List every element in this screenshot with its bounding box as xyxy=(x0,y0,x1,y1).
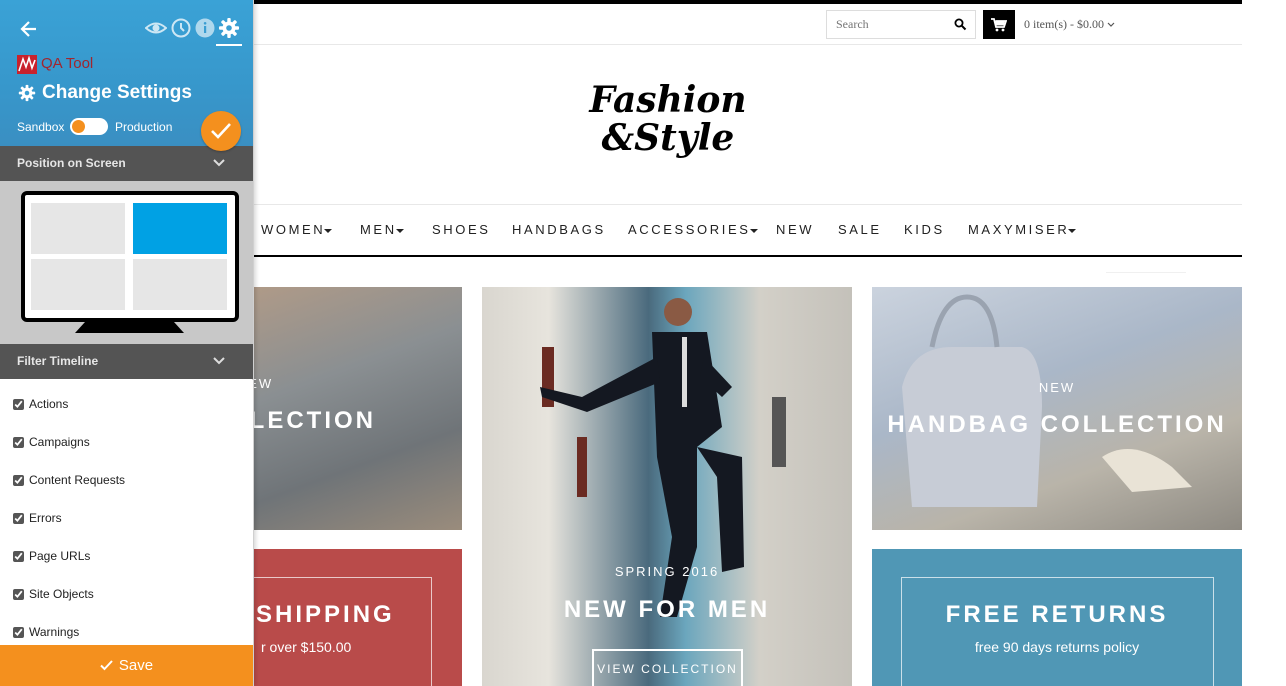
search-box[interactable] xyxy=(826,10,976,39)
filter-page-urls[interactable]: Page URLs xyxy=(13,548,90,564)
panel-title: Change Settings xyxy=(42,82,192,103)
env-label-sandbox: Sandbox xyxy=(17,120,65,134)
chevron-down-icon xyxy=(1107,22,1115,28)
position-bottom-left[interactable] xyxy=(31,259,125,310)
logo-line-2: &Style xyxy=(602,117,735,159)
nav-item-handbags[interactable]: HANDBAGS xyxy=(512,222,606,237)
promo-tile-handbag[interactable]: NEW HANDBAG COLLECTION xyxy=(872,287,1242,530)
filter-label: Actions xyxy=(29,397,69,411)
model-photo xyxy=(540,298,786,617)
nav-item-kids[interactable]: KIDS xyxy=(904,222,945,237)
nav-item-new[interactable]: NEW xyxy=(776,222,814,237)
logo-line-1: Fashion xyxy=(588,79,746,121)
filter-campaigns[interactable]: Campaigns xyxy=(13,434,90,450)
position-bottom-right[interactable] xyxy=(133,259,227,310)
filter-content-requests[interactable]: Content Requests xyxy=(13,472,125,488)
filter-section-header[interactable]: Filter Timeline xyxy=(0,344,253,379)
active-tab-indicator xyxy=(216,44,242,46)
filter-warnings[interactable]: Warnings xyxy=(13,624,79,640)
tool-name: QA Tool xyxy=(41,55,94,72)
tile-kicker: NEW xyxy=(1038,380,1076,395)
filter-checkbox[interactable] xyxy=(13,436,24,448)
cart-summary-text: 0 item(s) - $0.00 xyxy=(1024,17,1104,31)
filter-label: Page URLs xyxy=(29,549,91,563)
environment-toggle[interactable] xyxy=(70,118,108,135)
chevron-down-icon xyxy=(213,357,225,365)
handbag-photo xyxy=(902,294,1192,507)
filter-label: Errors xyxy=(29,511,62,525)
nav-item-women[interactable]: WOMEN xyxy=(261,222,333,237)
gear-icon[interactable] xyxy=(218,17,240,39)
checkmark-icon xyxy=(211,123,231,139)
screen: 0 item(s) - $0.00 Fashion &Style WOMEN M… xyxy=(0,0,1286,686)
section-title: Position on Screen xyxy=(17,156,126,170)
checkmark-icon xyxy=(100,660,113,671)
clock-icon[interactable] xyxy=(170,17,192,39)
filter-list: Actions Campaigns Content Requests Error… xyxy=(0,380,253,645)
nav-item-sale[interactable]: SALE xyxy=(838,222,882,237)
site-logo[interactable]: Fashion &Style xyxy=(588,70,748,175)
nav-item-accessories[interactable]: ACCESSORIES xyxy=(628,222,758,237)
save-button[interactable]: Save xyxy=(0,645,253,686)
tile-kicker: SPRING 2016 xyxy=(614,564,720,579)
filter-checkbox[interactable] xyxy=(13,474,24,486)
qa-tool-logo-icon xyxy=(17,55,37,74)
filter-label: Warnings xyxy=(29,625,80,639)
tile-title: FREE RETURNS xyxy=(945,601,1169,628)
settings-gear-icon xyxy=(18,84,36,102)
toggle-knob xyxy=(72,120,85,133)
filter-site-objects[interactable]: Site Objects xyxy=(13,586,94,602)
position-top-left[interactable] xyxy=(31,203,125,254)
view-collection-button[interactable]: VIEW COLLECTION xyxy=(592,649,743,686)
position-top-right[interactable] xyxy=(133,203,227,254)
tile-title: NEW FOR MEN xyxy=(563,596,771,623)
cart-icon xyxy=(991,17,1007,31)
cart-button[interactable] xyxy=(983,10,1015,39)
nav-item-men[interactable]: MEN xyxy=(360,222,404,237)
filter-label: Content Requests xyxy=(29,473,126,487)
filter-errors[interactable]: Errors xyxy=(13,510,62,526)
cart-summary-dropdown[interactable]: 0 item(s) - $0.00 xyxy=(1024,17,1115,32)
save-label: Save xyxy=(118,657,154,674)
filter-actions[interactable]: Actions xyxy=(13,396,68,412)
position-section-header[interactable]: Position on Screen xyxy=(0,146,253,181)
filter-label: Campaigns xyxy=(29,435,90,449)
qa-tool-panel: QA Tool Change Settings Sandbox Producti… xyxy=(0,0,254,686)
filter-checkbox[interactable] xyxy=(13,588,24,600)
info-icon[interactable] xyxy=(194,17,216,39)
monitor-graphic xyxy=(21,191,239,322)
section-title: Filter Timeline xyxy=(17,354,99,368)
chevron-down-icon xyxy=(213,159,225,167)
filter-checkbox[interactable] xyxy=(13,626,24,638)
filter-checkbox[interactable] xyxy=(13,512,24,524)
tile-subtitle: free 90 days returns policy xyxy=(974,639,1140,655)
confirm-button[interactable] xyxy=(201,111,241,151)
promo-tile-men[interactable]: SPRING 2016 NEW FOR MEN VIEW COLLECTION xyxy=(482,287,852,686)
tile-frame xyxy=(901,577,1214,686)
filter-label: Site Objects xyxy=(29,587,94,601)
monitor-stand xyxy=(75,322,184,333)
tile-title: HANDBAG COLLECTION xyxy=(887,411,1227,438)
nav-item-maxymiser[interactable]: MAXYMISER xyxy=(968,222,1077,237)
filter-checkbox[interactable] xyxy=(13,550,24,562)
back-arrow-icon[interactable] xyxy=(18,18,40,40)
env-label-production: Production xyxy=(115,120,173,134)
nav-item-shoes[interactable]: SHOES xyxy=(432,222,491,237)
promo-tile-returns[interactable]: FREE RETURNS free 90 days returns policy xyxy=(872,549,1242,686)
search-input[interactable] xyxy=(827,11,945,38)
filter-checkbox[interactable] xyxy=(13,398,24,410)
eye-icon[interactable] xyxy=(145,17,167,39)
search-icon[interactable] xyxy=(954,18,967,31)
decorative-line xyxy=(1106,272,1186,273)
